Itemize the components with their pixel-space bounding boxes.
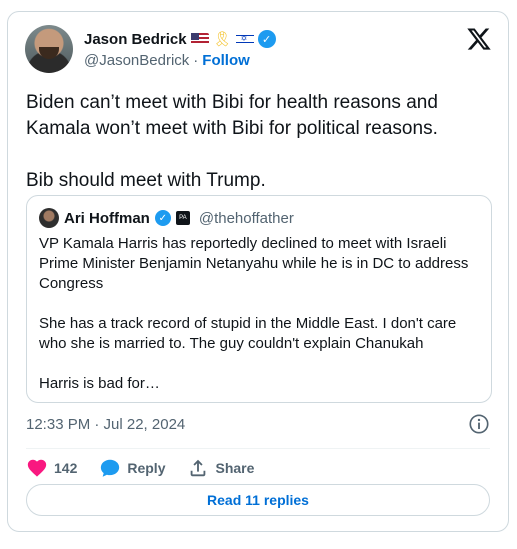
us-flag-icon (190, 33, 209, 45)
affiliate-badge-icon: PA (175, 211, 190, 225)
israel-flag-icon (235, 33, 254, 45)
quoted-author-row: Ari Hoffman ✓ PA @thehoffather (39, 208, 479, 228)
heart-icon (27, 459, 47, 477)
quoted-author-avatar (39, 208, 59, 228)
like-count: 142 (54, 460, 78, 476)
quoted-author-handle: @thehoffather (198, 209, 294, 227)
read-replies-button[interactable]: Read 11 replies (26, 484, 490, 516)
info-icon[interactable] (468, 413, 490, 435)
tweet-timestamp[interactable]: 12:33 PM · Jul 22, 2024 (26, 416, 185, 433)
author-avatar[interactable] (25, 25, 73, 73)
action-bar: 142 Reply Share (26, 454, 276, 482)
verified-icon: ✓ (154, 210, 171, 226)
share-button[interactable]: Share (187, 457, 254, 479)
divider (26, 448, 490, 449)
reply-bubble-icon (101, 459, 120, 477)
reply-label: Reply (127, 460, 166, 476)
share-icon (191, 459, 206, 477)
tweet-text: Biden can’t meet with Bibi for health re… (26, 92, 438, 191)
author-name[interactable]: Jason Bedrick (84, 31, 187, 48)
yellow-ribbon-icon: 🎗 (212, 31, 232, 48)
tweet-card: Jason Bedrick 🎗 ✓ @JasonBedrick · Follow… (7, 11, 509, 532)
verified-icon: ✓ (257, 30, 276, 48)
quoted-tweet-text: VP Kamala Harris has reportedly declined… (39, 235, 469, 392)
quoted-tweet[interactable]: Ari Hoffman ✓ PA @thehoffather VP Kamala… (26, 195, 492, 403)
author-name-row: Jason Bedrick 🎗 ✓ (84, 30, 276, 48)
quoted-author-name: Ari Hoffman (64, 209, 150, 227)
author-handle-row: @JasonBedrick · Follow (84, 52, 250, 69)
like-button[interactable]: 142 (26, 457, 77, 479)
separator-dot: · (193, 52, 199, 69)
reply-button[interactable]: Reply (99, 457, 165, 479)
share-label: Share (215, 460, 255, 476)
author-handle[interactable]: @JasonBedrick (84, 52, 189, 69)
follow-button[interactable]: Follow (202, 52, 250, 69)
x-logo-icon[interactable] (466, 26, 492, 52)
